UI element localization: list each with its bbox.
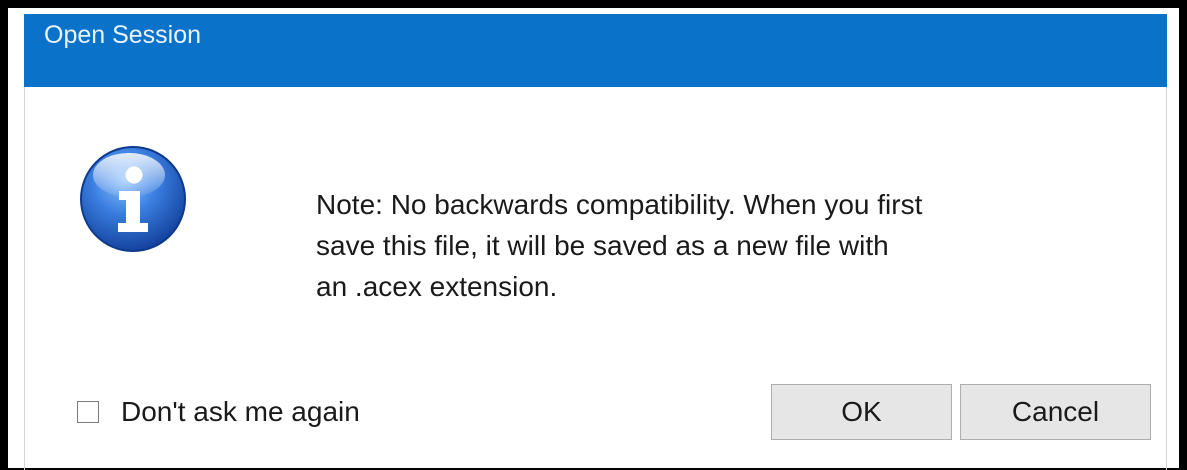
cancel-button[interactable]: Cancel — [960, 384, 1151, 440]
dont-ask-again-checkbox[interactable] — [77, 401, 99, 423]
dont-ask-again-option[interactable]: Don't ask me again — [77, 392, 360, 432]
dont-ask-again-label[interactable]: Don't ask me again — [121, 396, 360, 428]
message-line: save this file, it will be saved as a ne… — [316, 230, 889, 261]
message-line: Note: No backwards compatibility. When y… — [316, 189, 923, 220]
message-line: an .acex extension. — [316, 271, 558, 302]
dialog-title: Open Session — [44, 21, 202, 49]
info-icon — [80, 146, 186, 252]
message-text: Note: No backwards compatibility. When y… — [316, 184, 1076, 307]
ok-button[interactable]: OK — [771, 384, 952, 440]
